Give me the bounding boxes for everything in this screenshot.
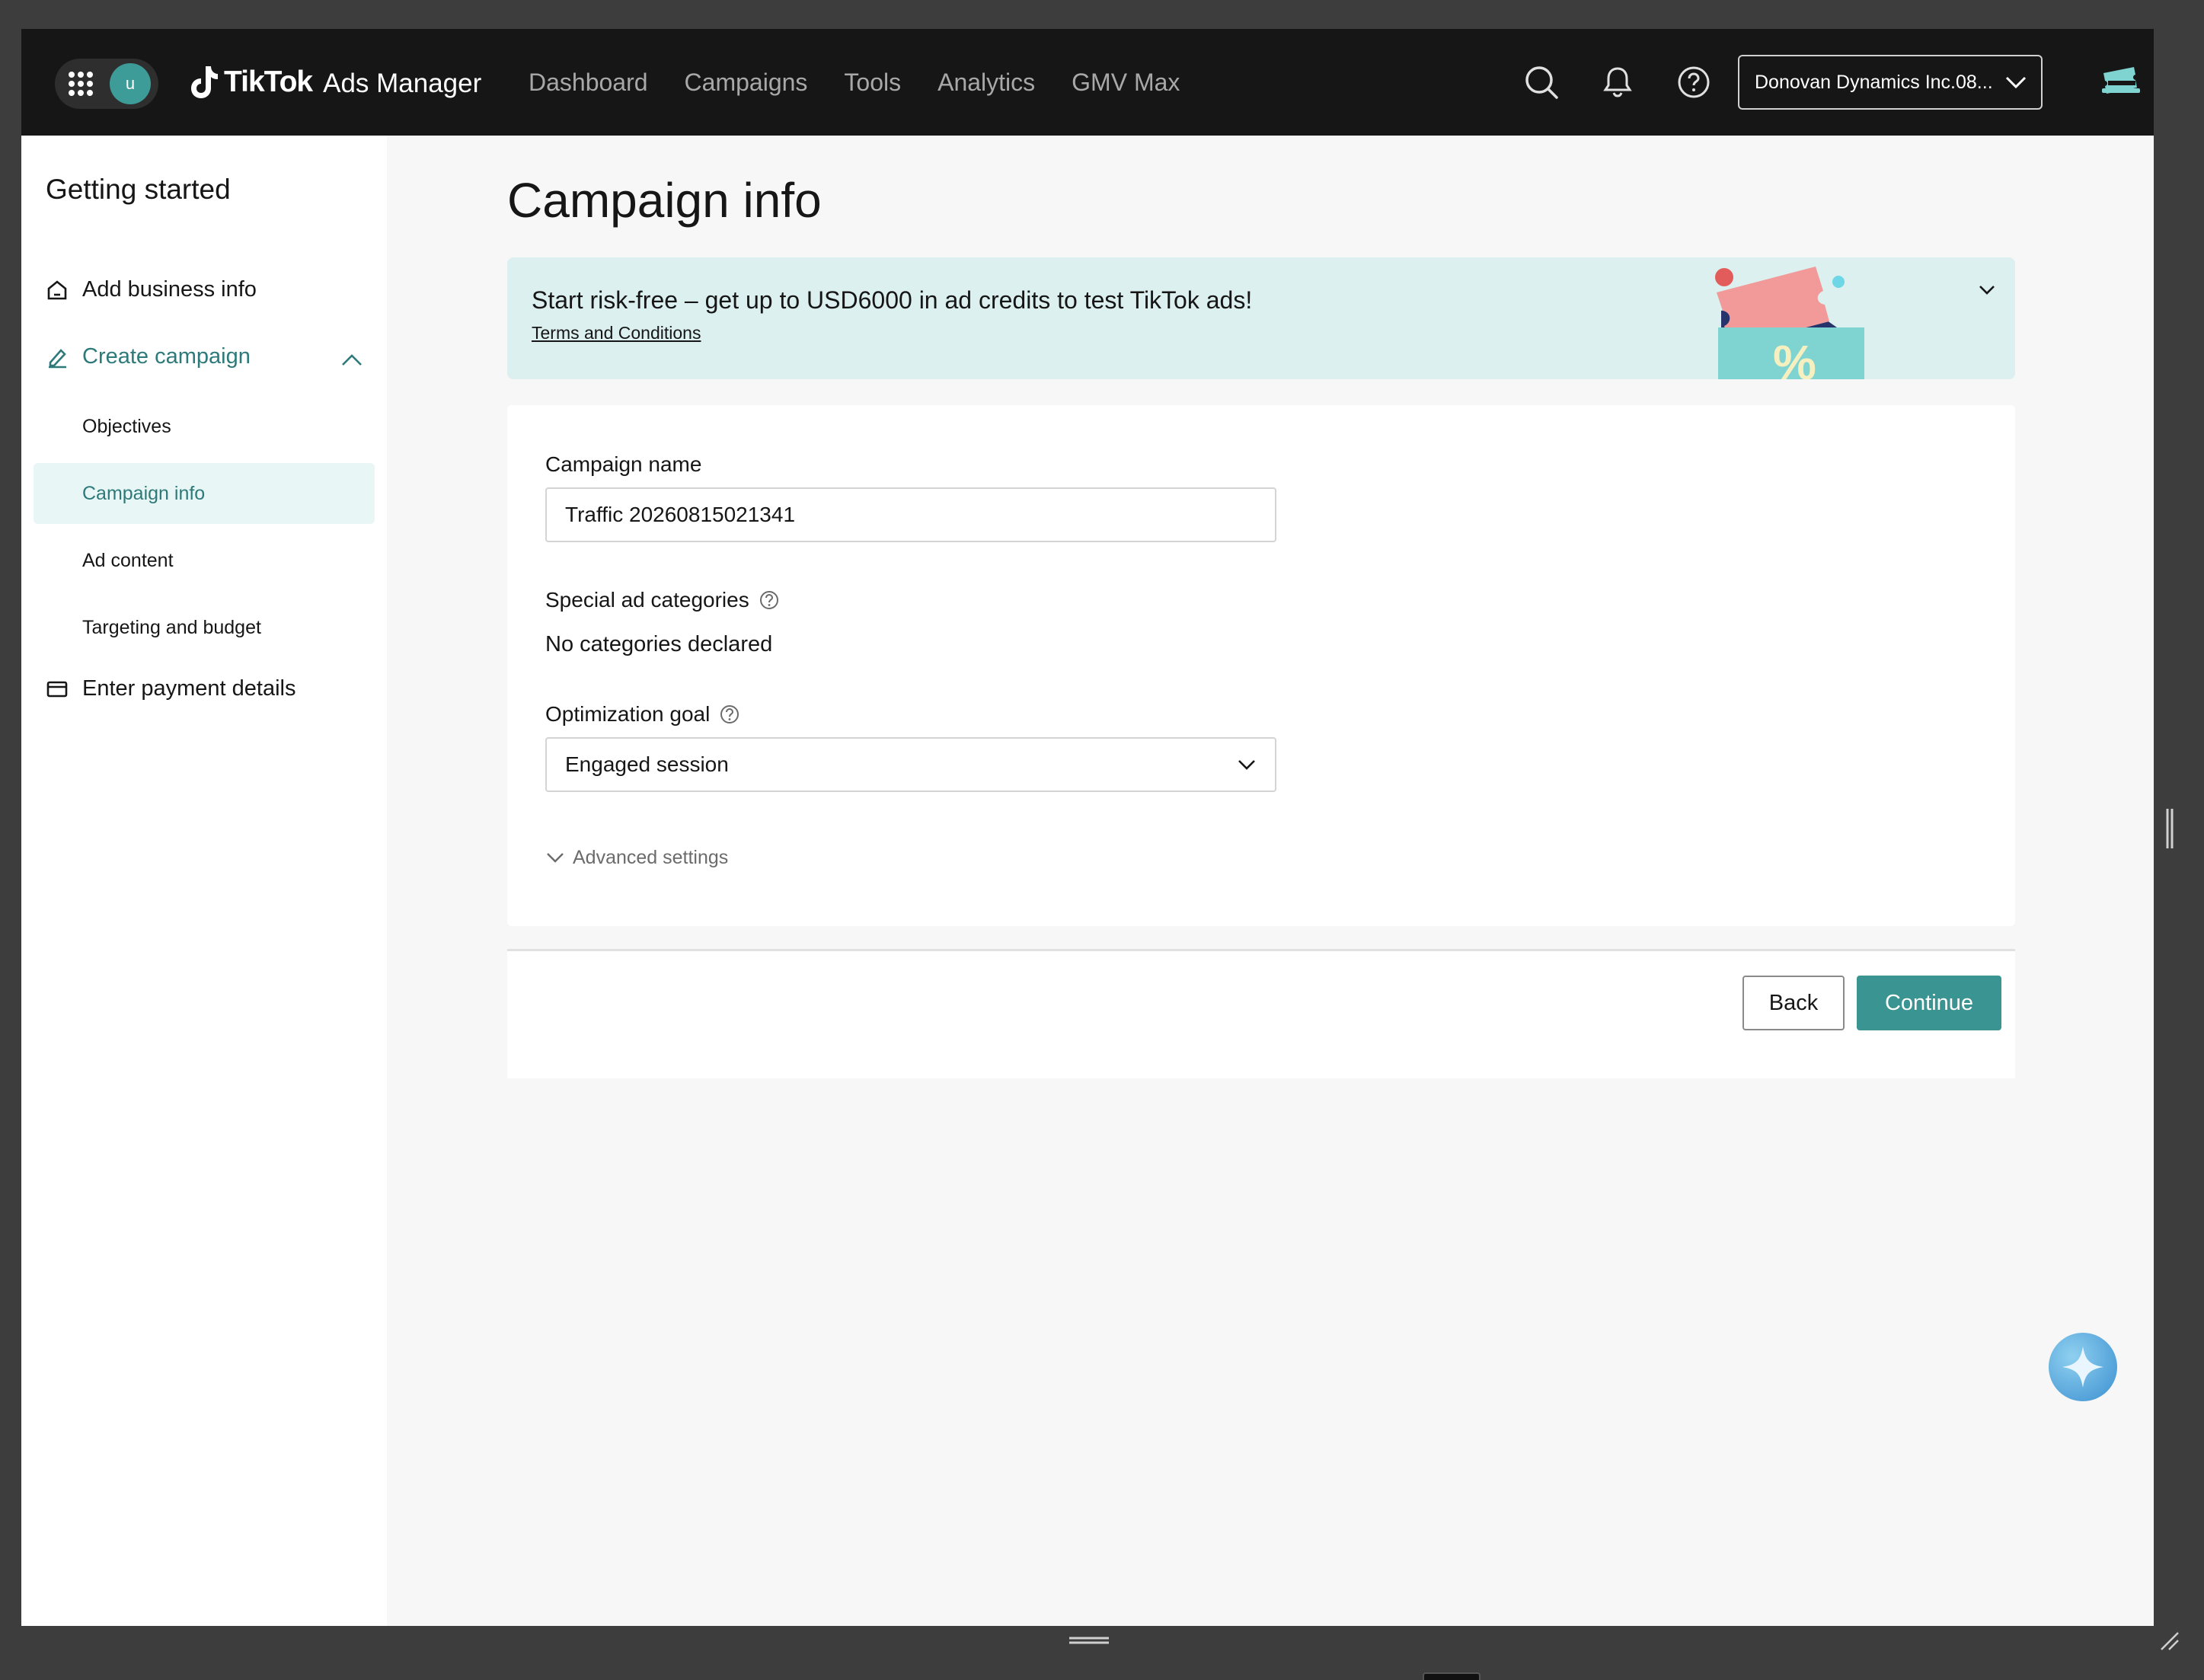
campaign-info-form: Campaign name Special ad categories No c… [507, 405, 2015, 926]
campaign-name-label: Campaign name [545, 452, 701, 477]
nav-dashboard[interactable]: Dashboard [529, 64, 648, 101]
sidebar-title: Getting started [46, 174, 231, 205]
nav-analytics[interactable]: Analytics [937, 64, 1035, 101]
terms-link[interactable]: Terms and Conditions [532, 323, 701, 343]
bell-icon[interactable] [1598, 62, 1637, 102]
home-icon [47, 279, 67, 299]
help-icon[interactable] [759, 589, 780, 611]
help-icon[interactable] [719, 704, 740, 725]
apps-grid-icon[interactable] [69, 72, 93, 96]
label-text: Campaign name [545, 452, 702, 476]
chevron-down-icon [1238, 760, 1255, 770]
advanced-settings-label: Advanced settings [573, 847, 729, 868]
browser-window: u TikTok Ads Manager Dashboard Campaigns… [21, 29, 2154, 1626]
app-switcher[interactable]: u [55, 59, 158, 109]
avatar[interactable]: u [110, 63, 151, 104]
sidebar-subitem-objectives[interactable]: Objectives [34, 396, 375, 457]
coupon-illustration-icon: % [1715, 267, 1864, 379]
sidebar-subitem-targeting-and-budget[interactable]: Targeting and budget [34, 597, 375, 658]
continue-button[interactable]: Continue [1857, 976, 2001, 1030]
label-text: Optimization goal [545, 702, 711, 726]
chevron-down-icon [2005, 76, 2027, 89]
nav-gmv-max[interactable]: GMV Max [1072, 64, 1180, 101]
sidebar-item-label: Add business info [82, 277, 257, 302]
sidebar-item-label: Create campaign [82, 344, 251, 369]
top-navigation-bar: u TikTok Ads Manager Dashboard Campaigns… [21, 29, 2154, 136]
account-name: Donovan Dynamics Inc.08... [1755, 72, 1993, 93]
sparkle-icon [2062, 1346, 2103, 1388]
banner-text: Start risk-free – get up to USD6000 in a… [532, 286, 1253, 314]
account-selector[interactable]: Donovan Dynamics Inc.08... [1738, 55, 2043, 110]
chevron-down-icon[interactable] [1977, 283, 1997, 297]
credit-card-icon [46, 681, 68, 697]
tiktok-logo-icon [191, 66, 218, 98]
campaign-name-input[interactable] [545, 487, 1276, 542]
advanced-settings-toggle[interactable]: Advanced settings [545, 847, 728, 869]
svg-text:%: % [1773, 335, 1816, 379]
dock-tab[interactable] [1423, 1672, 1481, 1680]
resize-handle-icon[interactable] [2164, 807, 2175, 850]
nav-tools[interactable]: Tools [844, 64, 901, 101]
logo-product-text: Ads Manager [323, 69, 482, 98]
optimization-goal-select[interactable]: Engaged session [545, 737, 1276, 792]
pencil-icon [49, 348, 66, 368]
sidebar-subitem-ad-content[interactable]: Ad content [34, 530, 375, 591]
gift-icon[interactable] [2099, 62, 2143, 101]
back-button[interactable]: Back [1742, 976, 1845, 1030]
page-title: Campaign info [507, 173, 822, 228]
resize-corner-icon[interactable] [2158, 1630, 2181, 1653]
chevron-down-icon [547, 852, 564, 863]
special-ad-categories-value: No categories declared [545, 632, 773, 656]
form-footer: Back Continue [507, 949, 2015, 1078]
sidebar-item-add-business-info[interactable]: Add business info [46, 277, 257, 302]
label-text: Special ad categories [545, 588, 749, 612]
optimization-goal-value: Engaged session [565, 752, 729, 776]
search-icon[interactable] [1522, 62, 1561, 102]
special-ad-categories-label: Special ad categories [545, 588, 780, 612]
sidebar-item-create-campaign[interactable]: Create campaign [46, 344, 251, 369]
sidebar-item-label: Enter payment details [82, 676, 296, 701]
ai-assistant-button[interactable] [2049, 1333, 2117, 1401]
desktop-frame: u TikTok Ads Manager Dashboard Campaigns… [0, 0, 2204, 1680]
tiktok-ads-manager-logo[interactable]: TikTok Ads Manager [189, 59, 481, 105]
resize-handle-icon[interactable] [1068, 1635, 1110, 1646]
help-icon[interactable] [1674, 62, 1714, 102]
promo-banner: Start risk-free – get up to USD6000 in a… [507, 257, 2015, 379]
main-nav: Dashboard Campaigns Tools Analytics GMV … [529, 64, 1216, 101]
optimization-goal-label: Optimization goal [545, 702, 740, 727]
sidebar-item-enter-payment-details[interactable]: Enter payment details [46, 676, 295, 701]
sidebar-subitem-campaign-info[interactable]: Campaign info [34, 463, 375, 524]
chevron-up-icon[interactable] [340, 352, 364, 369]
nav-campaigns[interactable]: Campaigns [685, 64, 808, 101]
logo-brand-text: TikTok [224, 65, 313, 98]
sidebar: Getting started Add business info Create… [21, 136, 387, 1626]
